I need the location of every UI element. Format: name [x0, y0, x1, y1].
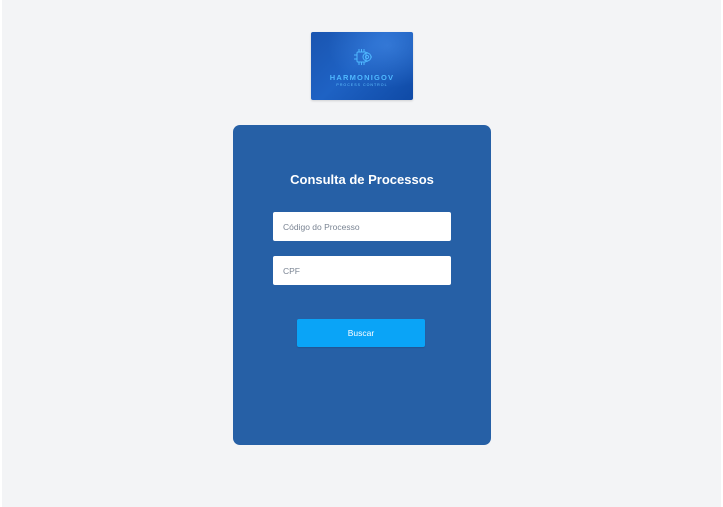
search-card: Consulta de Processos Buscar	[233, 125, 491, 445]
gear-chip-icon	[354, 49, 372, 65]
logo: HARMONIGOV PROCESS CONTROL	[311, 32, 413, 100]
cpf-input[interactable]	[273, 256, 451, 285]
page-edge-left	[0, 0, 2, 507]
logo-name: HARMONIGOV	[329, 73, 395, 82]
process-code-input[interactable]	[273, 212, 451, 241]
form-title: Consulta de Processos	[290, 172, 434, 187]
logo-tagline: PROCESS CONTROL	[336, 83, 388, 87]
search-button[interactable]: Buscar	[297, 319, 425, 347]
